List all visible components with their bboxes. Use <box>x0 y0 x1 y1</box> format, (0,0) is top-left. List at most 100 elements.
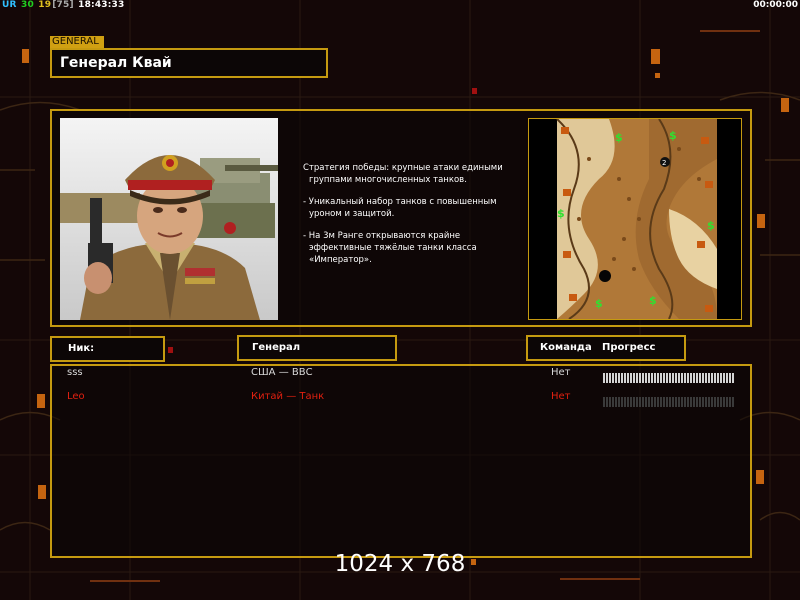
progress-segment <box>627 373 629 383</box>
progress-segment <box>714 373 716 383</box>
progress-segment <box>705 373 707 383</box>
progress-segment <box>660 397 662 407</box>
hud-bracket: [75] <box>52 0 74 10</box>
progress-segment <box>627 397 629 407</box>
progress-segment <box>726 397 728 407</box>
player-progress-bar <box>603 368 735 383</box>
progress-segment <box>669 373 671 383</box>
progress-segment <box>666 373 668 383</box>
general-name: Генерал Квай <box>60 55 172 71</box>
progress-segment <box>696 373 698 383</box>
player-general: Китай — Танк <box>251 391 325 402</box>
progress-segment <box>675 373 677 383</box>
progress-segment <box>648 397 650 407</box>
progress-segment <box>723 373 725 383</box>
progress-segment <box>603 373 605 383</box>
progress-segment <box>624 397 626 407</box>
progress-segment <box>672 397 674 407</box>
progress-segment <box>657 373 659 383</box>
progress-segment <box>678 397 680 407</box>
general-header: Генерал <box>237 335 397 361</box>
hud-fps: 30 <box>20 0 34 10</box>
progress-segment <box>714 397 716 407</box>
progress-segment <box>618 397 620 407</box>
progress-bar-graphic <box>603 397 734 407</box>
progress-segment <box>720 397 722 407</box>
progress-segment <box>726 373 728 383</box>
progress-segment <box>699 373 701 383</box>
progress-segment <box>678 373 680 383</box>
progress-segment <box>732 373 734 383</box>
progress-segment <box>642 397 644 407</box>
hud-clock: 18:43:33 <box>78 0 125 10</box>
progress-segment <box>618 373 620 383</box>
progress-segment <box>711 373 713 383</box>
progress-segment <box>639 397 641 407</box>
progress-segment <box>609 373 611 383</box>
progress-segment <box>669 397 671 407</box>
progress-segment <box>633 373 635 383</box>
progress-segment <box>648 373 650 383</box>
team-progress-header: Команда Прогресс <box>526 335 686 361</box>
portrait-image <box>60 118 278 320</box>
progress-segment <box>672 373 674 383</box>
player-nick: sss <box>67 367 83 378</box>
progress-segment <box>657 397 659 407</box>
progress-bar-graphic <box>603 373 734 383</box>
progress-segment <box>729 397 731 407</box>
progress-segment <box>690 373 692 383</box>
progress-segment <box>723 397 725 407</box>
progress-segment <box>645 397 647 407</box>
player-team: Нет <box>551 367 571 378</box>
progress-segment <box>651 397 653 407</box>
progress-segment <box>681 397 683 407</box>
hud-timer: 00:00:00 <box>753 0 798 10</box>
svg-text:$: $ <box>557 207 565 220</box>
progress-segment <box>621 397 623 407</box>
progress-segment <box>606 373 608 383</box>
description-line: - Уникальный набор танков с повышенным у… <box>303 197 497 219</box>
progress-segment <box>606 397 608 407</box>
progress-segment <box>675 397 677 407</box>
progress-segment <box>717 397 719 407</box>
svg-text:$: $ <box>595 297 603 310</box>
progress-segment <box>687 373 689 383</box>
progress-segment <box>615 397 617 407</box>
progress-segment <box>663 373 665 383</box>
progress-segment <box>702 373 704 383</box>
progress-segment <box>645 373 647 383</box>
progress-segment <box>687 397 689 407</box>
svg-text:$: $ <box>669 129 677 142</box>
progress-segment <box>729 373 731 383</box>
progress-segment <box>705 397 707 407</box>
progress-segment <box>636 397 638 407</box>
player-progress-bar <box>603 392 735 407</box>
nick-header-label: Ник: <box>68 343 95 354</box>
progress-segment <box>630 397 632 407</box>
progress-segment <box>717 373 719 383</box>
progress-segment <box>693 373 695 383</box>
progress-segment <box>621 373 623 383</box>
player-team: Нет <box>551 391 571 402</box>
progress-segment <box>708 373 710 383</box>
progress-segment <box>624 373 626 383</box>
progress-segment <box>612 397 614 407</box>
progress-segment <box>702 397 704 407</box>
hud-ur-label: UR <box>2 0 17 10</box>
svg-text:$: $ <box>649 294 657 307</box>
progress-segment <box>711 397 713 407</box>
general-portrait <box>60 118 278 320</box>
map-preview[interactable]: $ $ $ $ $ $ 2 <box>528 118 742 320</box>
progress-segment <box>615 373 617 383</box>
progress-segment <box>681 373 683 383</box>
progress-segment <box>666 397 668 407</box>
progress-segment <box>636 373 638 383</box>
progress-segment <box>684 373 686 383</box>
resolution-label: 1024 x 768 <box>334 551 466 577</box>
progress-segment <box>654 373 656 383</box>
progress-segment <box>642 373 644 383</box>
progress-segment <box>693 397 695 407</box>
hud-num: 19 <box>38 0 52 10</box>
map-image: $ $ $ $ $ $ 2 <box>529 119 741 319</box>
hud-stats: UR 30 19[75] 18:43:33 <box>2 0 125 10</box>
